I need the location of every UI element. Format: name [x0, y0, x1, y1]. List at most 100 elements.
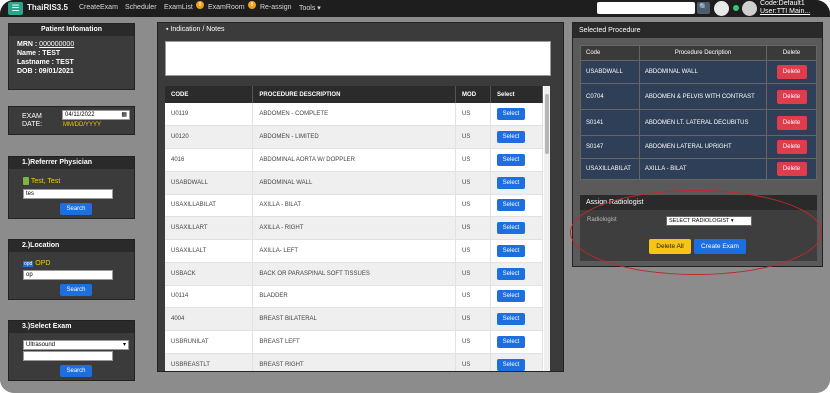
delete-button[interactable]: Delete — [776, 65, 807, 79]
dob-value: 09/01/2021 — [38, 68, 74, 75]
delete-button[interactable]: Delete — [776, 89, 807, 104]
delete-button[interactable]: Delete — [776, 140, 807, 154]
selected-code-cell: C0704 — [580, 83, 640, 110]
name-value: TEST — [42, 50, 61, 57]
select-button[interactable]: Select — [497, 222, 525, 235]
select-cell: Select — [490, 171, 543, 195]
select-button[interactable]: Select — [497, 267, 525, 280]
location-search-button[interactable]: Search — [60, 284, 92, 296]
selected-code-cell: S0147 — [580, 135, 640, 159]
description-cell: ABDOMEN - COMPLETE — [252, 103, 457, 127]
modality-select[interactable]: Ultrasound ▾ — [23, 340, 129, 350]
referrer-selected-name: Test, Test — [30, 177, 61, 185]
selected-description-cell: AXILLA - BILAT — [638, 158, 768, 180]
select-button[interactable]: Select — [497, 335, 525, 348]
selected-code-cell: USAXILLABILAT — [580, 158, 640, 180]
mod-cell: US — [455, 307, 491, 331]
person-icon — [23, 177, 29, 185]
exam-date-label-line1: EXAM — [22, 113, 42, 120]
table-scrollbar[interactable] — [544, 86, 550, 371]
select-cell: Select — [490, 353, 543, 371]
col-sel-delete: Delete — [766, 45, 817, 61]
mod-cell: US — [455, 194, 491, 218]
brand-logo[interactable]: ThaiRIS3.5 — [27, 3, 68, 12]
highlight-annotation — [570, 190, 822, 275]
select-button[interactable]: Select — [497, 108, 525, 121]
select-button[interactable]: Select — [497, 199, 525, 212]
procedure-table: CODE PROCEDURE DESCRIPTION MOD Select U0… — [165, 86, 543, 371]
table-scrollbar-thumb[interactable] — [545, 94, 549, 154]
select-cell: Select — [490, 125, 543, 149]
code-cell: USBRUNILAT — [165, 330, 254, 354]
table-row: USAXILLART AXILLA - RIGHT US Select — [165, 216, 543, 240]
nav-exam-room[interactable]: ExamRoom — [208, 4, 245, 11]
select-cell: Select — [490, 103, 543, 127]
exam-search-button[interactable]: Search — [60, 365, 92, 377]
selected-description-cell: ABDOMEN LATERAL UPRIGHT — [638, 135, 768, 159]
exam-date-label-line2: DATE: — [22, 121, 43, 128]
calendar-icon[interactable]: ▦ — [121, 111, 127, 119]
select-exam-title: 3.)Select Exam — [9, 321, 134, 333]
code-cell: USAXILLALT — [165, 239, 254, 263]
indication-notes-textarea[interactable] — [165, 41, 551, 76]
description-cell: ABDOMEN - LIMITED — [252, 125, 457, 149]
referrer-search-button[interactable]: Search — [60, 203, 92, 215]
select-button[interactable]: Select — [497, 153, 525, 166]
modality-value: Ultrasound — [26, 342, 56, 348]
top-search-input[interactable] — [597, 2, 695, 14]
lastname-label: Lastname : — [17, 59, 56, 66]
user-info[interactable]: Code:Default1 User:TTI Main... — [760, 0, 810, 16]
table-row: U0114 BLADDER US Select — [165, 285, 543, 309]
mrn-value[interactable]: 000000000 — [39, 41, 74, 48]
selected-row: USAXILLABILAT AXILLA - BILAT Delete — [580, 158, 817, 180]
referrer-selected[interactable]: Test, Test — [23, 177, 60, 185]
delete-button[interactable]: Delete — [776, 162, 807, 176]
patient-details: MRN : 000000000 Name : TEST Lastname : T… — [9, 36, 134, 80]
selected-description-cell: ABDOMINAL WALL — [638, 60, 768, 84]
nav-create-exam[interactable]: CreateExam — [79, 4, 118, 11]
code-cell: USBREASTLT — [165, 353, 254, 371]
description-cell: AXILLA - BILAT — [252, 194, 457, 218]
location-selected[interactable]: opd OPD — [23, 260, 50, 267]
select-button[interactable]: Select — [497, 244, 525, 257]
referrer-search-input[interactable]: tes — [23, 189, 113, 199]
col-code: CODE — [165, 86, 254, 103]
mod-cell: US — [455, 330, 491, 354]
select-button[interactable]: Select — [497, 290, 525, 303]
menu-icon[interactable]: ☰ — [8, 2, 23, 15]
location-panel: 2.)Location opd OPD op Search — [8, 239, 135, 300]
col-description: PROCEDURE DESCRIPTION — [252, 86, 457, 103]
selected-row: USABDWALL ABDOMINAL WALL Delete — [580, 60, 817, 84]
nav-tools[interactable]: Tools ▾ — [299, 4, 321, 12]
delete-cell: Delete — [766, 109, 817, 136]
location-search-input[interactable]: op — [23, 270, 113, 280]
code-cell: USAXILLABILAT — [165, 194, 254, 218]
indication-header: ▪ Indication / Notes — [158, 23, 563, 37]
select-button[interactable]: Select — [497, 176, 525, 189]
user-avatar[interactable] — [742, 1, 757, 16]
code-cell: USAXILLART — [165, 216, 254, 240]
table-row: USBACK BACK OR PARASPINAL SOFT TISSUES US S… — [165, 262, 543, 286]
table-row: USBREASTLT BREAST RIGHT US Select — [165, 353, 543, 371]
description-cell: ABDOMINAL WALL — [252, 171, 457, 195]
description-cell: BREAST BILATERAL — [252, 307, 457, 331]
nav-exam-list[interactable]: ExamList — [164, 4, 193, 11]
delete-cell: Delete — [766, 158, 817, 180]
user-name[interactable]: User:TTI Main... — [760, 8, 810, 16]
select-cell: Select — [490, 216, 543, 240]
avatar[interactable] — [714, 1, 729, 16]
table-row: U0120 ABDOMEN - LIMITED US Select — [165, 125, 543, 149]
exam-date-input[interactable]: 04/11/2022 ▦ — [62, 110, 130, 120]
delete-cell: Delete — [766, 135, 817, 159]
nav-reassign[interactable]: Re-assign — [260, 4, 292, 11]
nav-scheduler[interactable]: Scheduler — [125, 4, 157, 11]
search-icon[interactable]: 🔍 — [697, 2, 710, 14]
delete-button[interactable]: Delete — [776, 115, 807, 130]
exam-search-input[interactable] — [23, 351, 113, 361]
select-button[interactable]: Select — [497, 313, 525, 326]
select-cell: Select — [490, 148, 543, 172]
select-button[interactable]: Select — [497, 131, 525, 144]
select-button[interactable]: Select — [497, 358, 525, 371]
table-row: USAXILLABILAT AXILLA - BILAT US Select — [165, 194, 543, 218]
top-navbar: ☰ ThaiRIS3.5 CreateExam Scheduler ExamLi… — [0, 0, 830, 17]
